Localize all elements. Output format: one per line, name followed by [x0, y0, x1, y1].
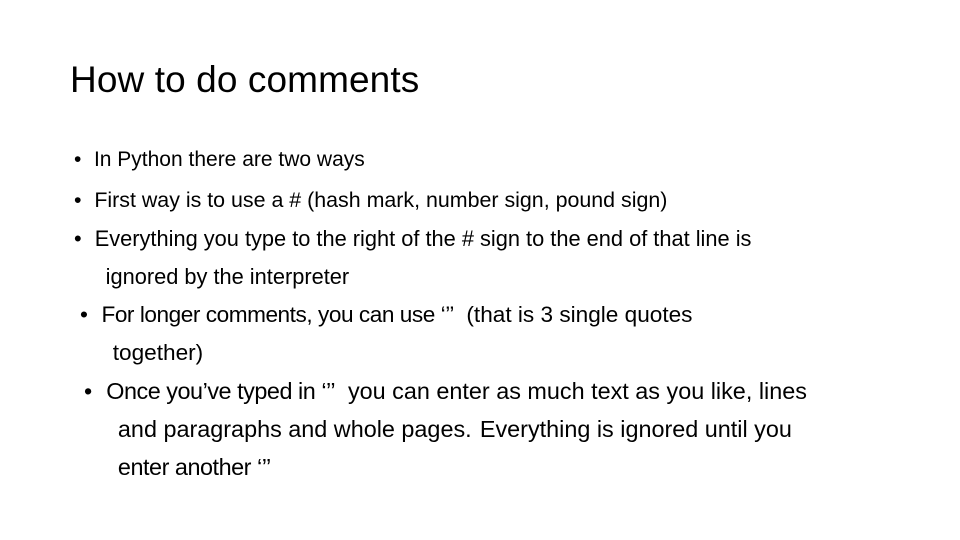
- bullet-text: First way is to use a # (hash mark, numb…: [94, 188, 668, 212]
- bullet-text: In Python there are two ways: [93, 148, 365, 171]
- bullet-line-continued: enter another ‘’’: [84, 448, 902, 486]
- bullet-line: • First way is to use a # (hash mark, num…: [74, 180, 902, 220]
- bullet-point-icon: •: [74, 226, 82, 251]
- bullet-line: • Everything you type to the right of the…: [74, 220, 902, 258]
- slide-body-content: • In Python there are two ways • First way…: [62, 140, 902, 486]
- list-item: • For longer comments, you can use ‘’’ (th…: [62, 296, 902, 372]
- bullet-text-tail: you can enter as much text as you like, …: [347, 378, 807, 404]
- list-item: • Everything you type to the right of the…: [62, 220, 902, 296]
- slide: How to do comments • In Python there are …: [0, 0, 960, 540]
- bullet-text: Once you’ve typed in ‘’’: [106, 378, 336, 404]
- bullet-line-continued: ignored by the interpreter: [74, 258, 902, 296]
- bullet-text: ignored by the interpreter: [105, 264, 350, 289]
- bullet-line-continued: together): [80, 334, 902, 372]
- bullet-point-icon: •: [74, 148, 82, 171]
- bullet-text: For longer comments, you can use ‘’’: [101, 302, 454, 327]
- list-item: • First way is to use a # (hash mark, num…: [62, 180, 902, 220]
- bullet-point-icon: •: [80, 302, 88, 327]
- bullet-line: • Once you’ve typed in ‘’’ you can enter a…: [84, 372, 902, 410]
- bullet-line: • In Python there are two ways: [74, 140, 902, 180]
- bullet-text: together): [112, 340, 204, 365]
- bullet-line-continued: and paragraphs and whole pages. Everythin…: [84, 410, 902, 448]
- bullet-point-icon: •: [74, 188, 82, 212]
- bullet-point-icon: •: [84, 378, 93, 404]
- bullet-text: and paragraphs and whole pages.: [117, 416, 472, 442]
- list-item: • In Python there are two ways: [62, 140, 902, 180]
- bullet-text-tail: (that is 3 single quotes: [466, 302, 693, 327]
- bullet-line: • For longer comments, you can use ‘’’ (th…: [80, 296, 902, 334]
- bullet-text: enter another ‘’’: [117, 454, 271, 480]
- bullet-text-tail: Everything is ignored until you: [479, 416, 792, 442]
- list-item: • Once you’ve typed in ‘’’ you can enter a…: [62, 372, 902, 486]
- bullet-text: Everything you type to the right of the …: [94, 226, 752, 251]
- page-title: How to do comments: [70, 59, 420, 100]
